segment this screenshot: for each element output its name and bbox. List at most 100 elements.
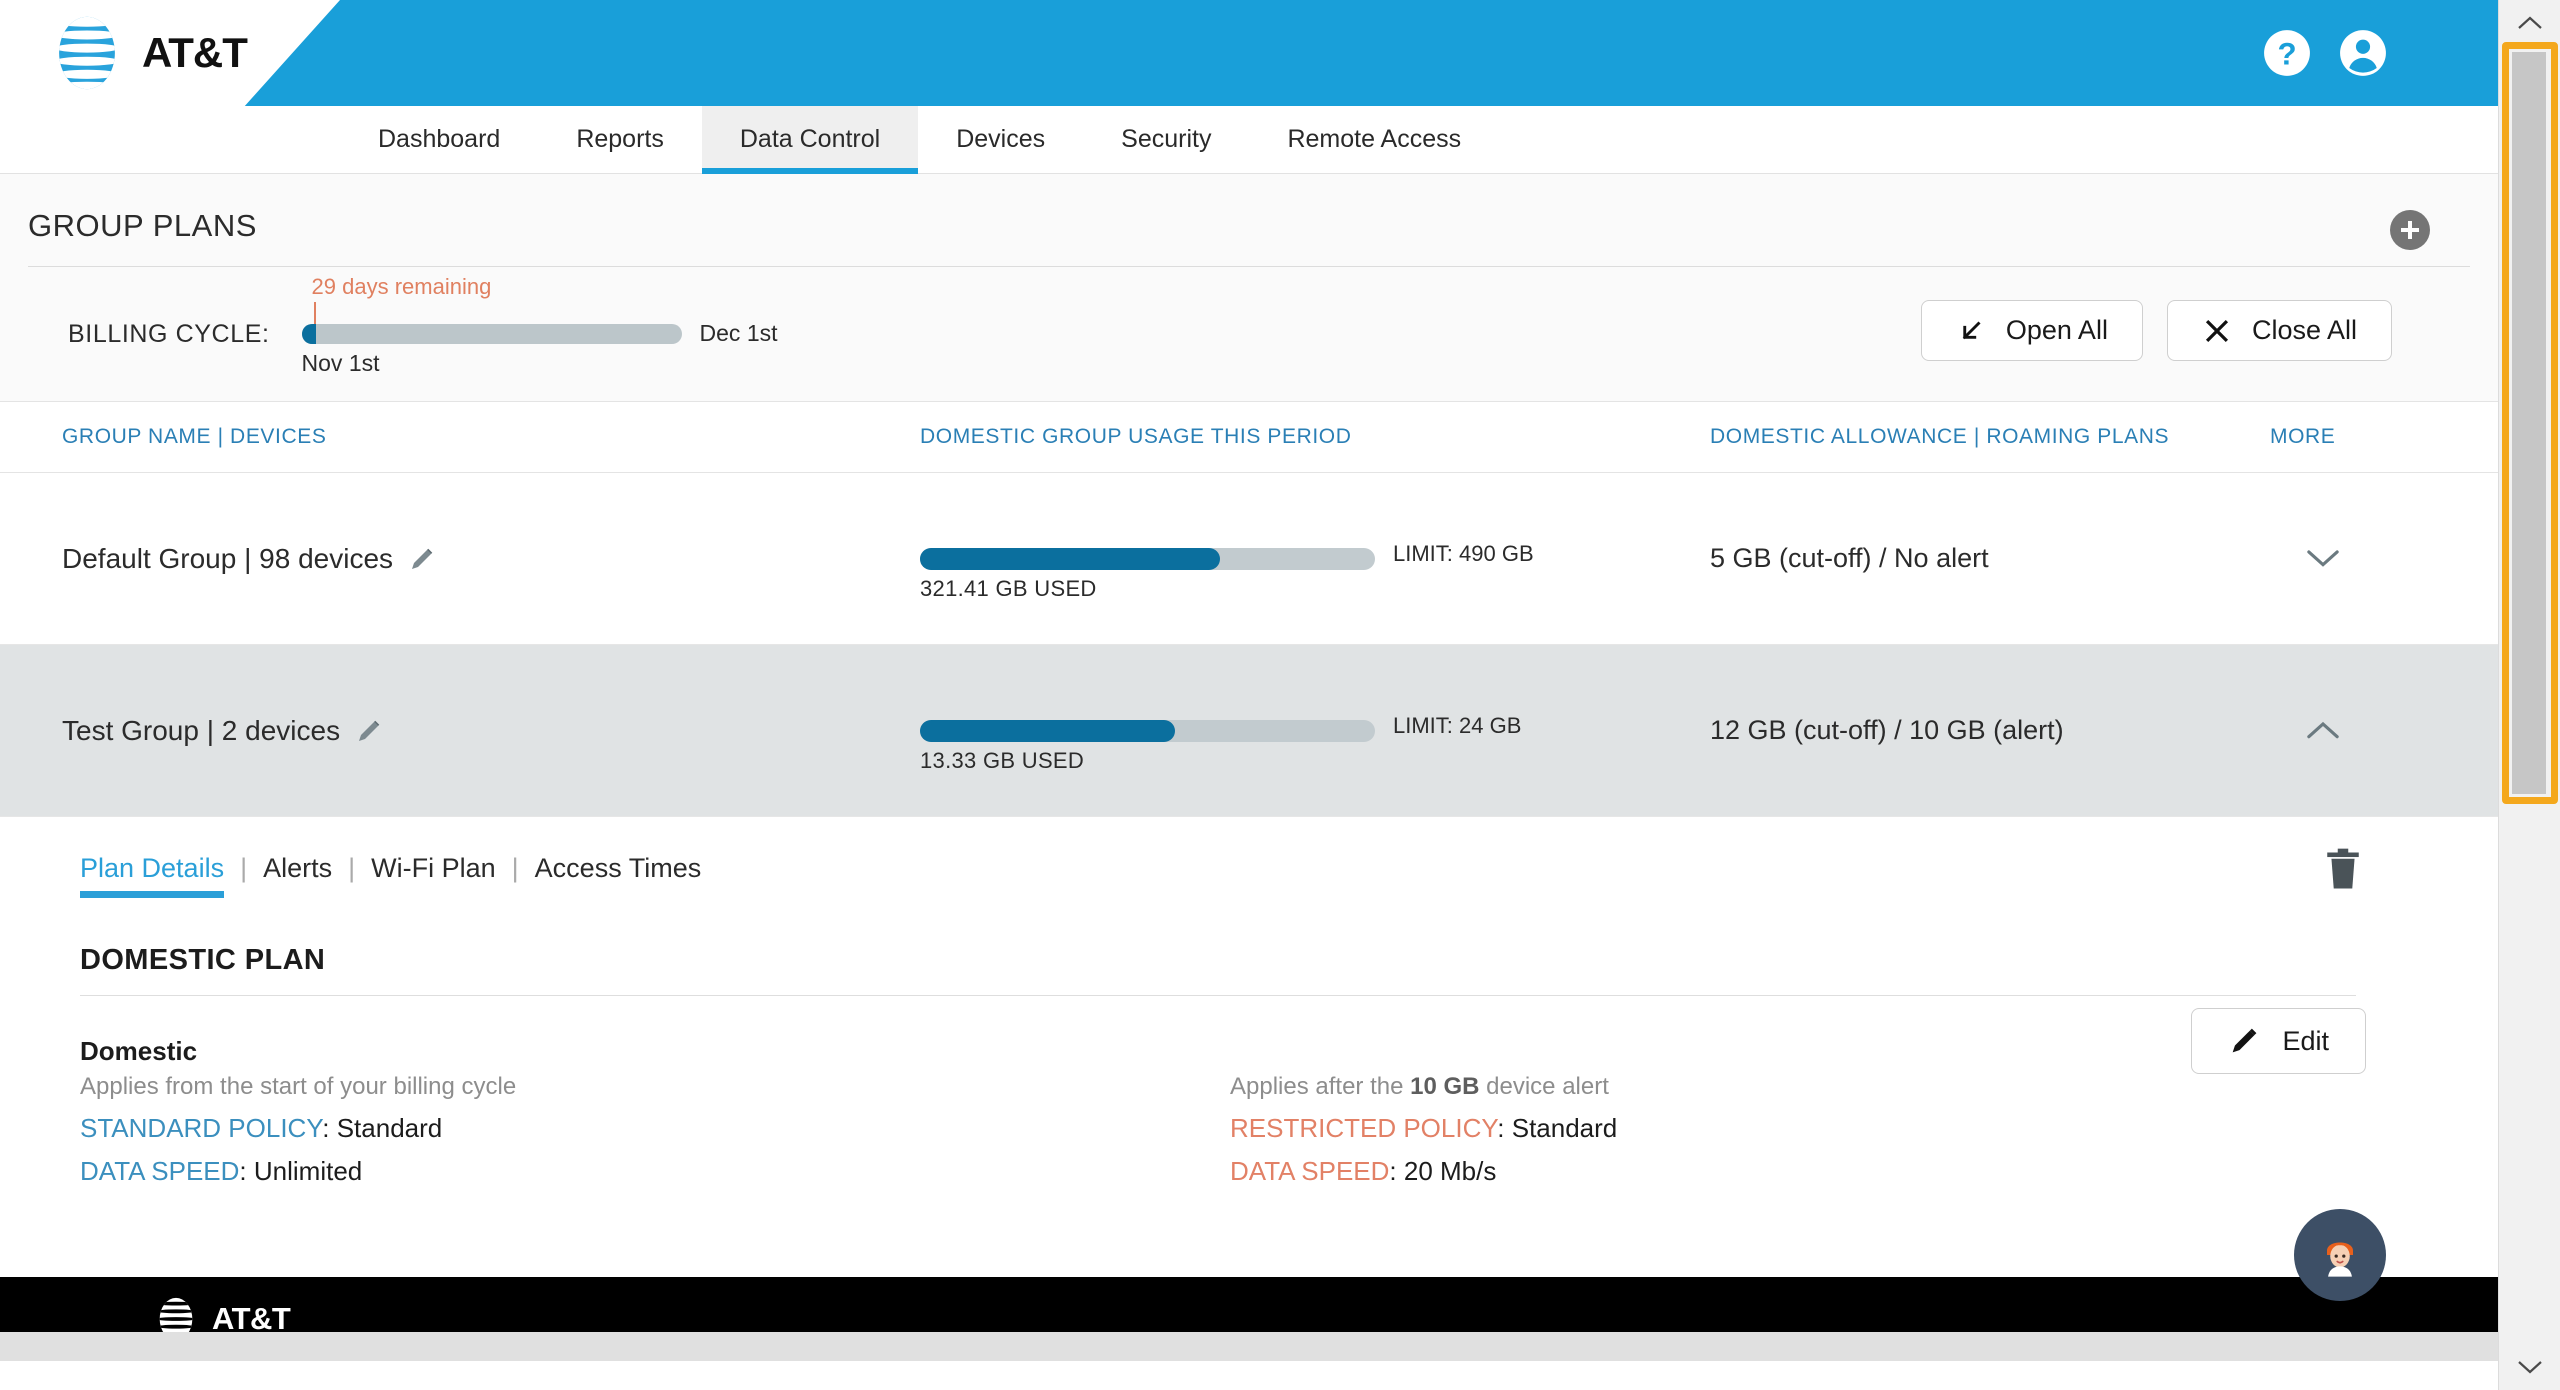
usage-fill: [920, 547, 1221, 570]
colon: :: [1389, 1156, 1404, 1186]
att-globe-icon: [59, 16, 115, 90]
group-name-label: Test Group | 2 devices: [62, 714, 341, 746]
subtab-access-times[interactable]: Access Times: [535, 853, 702, 898]
domestic-plan-heading: DOMESTIC PLAN: [80, 944, 326, 976]
account-circle-icon[interactable]: [2338, 28, 2388, 78]
header-icon-group: ?: [2262, 28, 2388, 78]
usage-cell: LIMIT: 24 GB 13.33 GB USED: [920, 713, 1710, 773]
edit-pencil-icon[interactable]: [354, 716, 384, 746]
plan-right-note: Applies after the 10 GB device alert: [1230, 1073, 2380, 1101]
nav-tab-dashboard[interactable]: Dashboard: [340, 106, 538, 173]
usage-cell: LIMIT: 490 GB 321.41 GB USED: [920, 541, 1710, 601]
screenshot-root: AT&T ? Dashboard Reports Data Control De…: [0, 0, 2560, 1390]
open-all-arrow-icon: [1962, 320, 1981, 339]
help-circle-icon[interactable]: ?: [2262, 28, 2312, 78]
trash-icon: [2327, 848, 2359, 889]
nav-tab-reports[interactable]: Reports: [538, 106, 702, 173]
nav-tab-devices[interactable]: Devices: [918, 106, 1083, 173]
edit-label: Edit: [2282, 1025, 2329, 1056]
plan-right-note-bold: 10 GB: [1410, 1073, 1480, 1100]
subtab-plan-details[interactable]: Plan Details: [80, 853, 225, 898]
billing-cycle-track: [301, 324, 682, 344]
more-cell[interactable]: [2270, 721, 2470, 741]
restricted-policy-value: Standard: [1511, 1113, 1618, 1143]
header-group-name: GROUP NAME | DEVICES: [62, 425, 327, 448]
group-detail-panel: Plan Details | Alerts | Wi-Fi Plan | Acc…: [0, 817, 2498, 1199]
subtab-wifi-plan[interactable]: Wi-Fi Plan: [371, 853, 496, 898]
page-title: GROUP PLANS: [28, 208, 257, 243]
close-all-label: Close All: [2251, 315, 2357, 345]
usage-used-label: 321.41 GB USED: [920, 575, 1097, 601]
plan-right-note-prefix: Applies after the: [1230, 1073, 1411, 1100]
svg-text:?: ?: [2277, 36, 2296, 71]
nav-tab-label: Security: [1121, 125, 1212, 153]
cycle-start-date: Nov 1st: [301, 350, 380, 376]
standard-policy-line: STANDARD POLICY: Standard: [80, 1113, 1230, 1144]
more-cell[interactable]: [2270, 549, 2470, 569]
billing-cycle-fill: [301, 324, 316, 344]
chevron-up-icon[interactable]: [2306, 721, 2340, 741]
subtab-separator: |: [511, 853, 519, 883]
billing-actions: Open All Close All: [1920, 300, 2392, 361]
att-logo[interactable]: AT&T: [46, 12, 248, 94]
close-x-icon: [2205, 319, 2229, 342]
allowance-cell: 5 GB (cut-off) / No alert: [1710, 543, 1989, 573]
page-content: GROUP PLANS BILLING CYCLE: 29 days remai…: [0, 174, 2498, 1199]
allowance-cell: 12 GB (cut-off) / 10 GB (alert): [1710, 715, 2064, 745]
chevron-down-icon[interactable]: [2306, 549, 2340, 569]
nav-tab-remote-access[interactable]: Remote Access: [1249, 106, 1499, 173]
support-agent-avatar-icon: [2327, 1242, 2353, 1277]
scroll-down-arrow-icon[interactable]: [2499, 1344, 2560, 1390]
att-wordmark: AT&T: [142, 29, 248, 76]
group-name-cell: Test Group | 2 devices: [0, 715, 920, 747]
restricted-speed-label: DATA SPEED: [1230, 1156, 1390, 1186]
nav-tab-label: Remote Access: [1287, 125, 1462, 153]
colon: :: [322, 1113, 337, 1143]
page-scrollbar[interactable]: [2498, 0, 2560, 1390]
standard-policy-value: Standard: [336, 1113, 443, 1143]
edit-plan-button[interactable]: Edit: [2191, 1008, 2366, 1074]
subtab-separator: |: [348, 853, 356, 883]
open-all-button[interactable]: Open All: [1920, 300, 2143, 361]
subtab-alerts[interactable]: Alerts: [263, 853, 332, 898]
cycle-end-date: Dec 1st: [699, 320, 778, 346]
billing-cycle-label: BILLING CYCLE:: [68, 319, 270, 348]
subtab-label: Access Times: [534, 853, 702, 883]
days-remaining-label: 29 days remaining: [311, 274, 492, 299]
plan-subtitle: Domestic: [80, 1036, 198, 1066]
scrollbar-thumb[interactable]: [2512, 52, 2546, 794]
table-row[interactable]: Default Group | 98 devices LIMIT: 490 GB…: [0, 473, 2498, 645]
open-all-label: Open All: [2005, 315, 2108, 345]
restricted-policy-line: RESTRICTED POLICY: Standard: [1230, 1113, 2380, 1144]
nav-tab-security[interactable]: Security: [1083, 106, 1249, 173]
nav-tab-label: Data Control: [739, 125, 881, 153]
colon: :: [1497, 1113, 1512, 1143]
billing-cycle-row: BILLING CYCLE: 29 days remaining Dec 1st…: [0, 267, 2498, 401]
nav-tab-label: Dashboard: [378, 125, 501, 153]
plan-left-note: Applies from the start of your billing c…: [80, 1073, 517, 1100]
nav-tab-label: Devices: [956, 125, 1046, 153]
support-chat-button[interactable]: [2294, 1209, 2386, 1301]
edit-pencil-icon[interactable]: [407, 544, 437, 574]
restricted-speed-line: DATA SPEED: 20 Mb/s: [1230, 1156, 2380, 1187]
nav-tab-data-control[interactable]: Data Control: [701, 106, 919, 189]
add-group-button[interactable]: [2390, 210, 2430, 250]
subtab-separator: |: [240, 853, 248, 883]
billing-cycle-progress: 29 days remaining Dec 1st Nov 1st: [301, 274, 862, 376]
delete-group-button[interactable]: [2322, 847, 2364, 900]
scroll-up-arrow-icon[interactable]: [2499, 0, 2560, 46]
close-all-button[interactable]: Close All: [2166, 300, 2392, 361]
plan-column-standard: Domestic Applies from the start of your …: [80, 1036, 1230, 1199]
group-name-cell: Default Group | 98 devices: [0, 543, 920, 575]
usage-limit-label: LIMIT: 490 GB: [1393, 540, 1534, 566]
page-title-bar: GROUP PLANS: [0, 174, 2498, 266]
chevron-up-icon: [2518, 16, 2542, 29]
plan-right-note-suffix: device alert: [1479, 1073, 1609, 1100]
restricted-policy-label: RESTRICTED POLICY: [1230, 1113, 1498, 1143]
header-usage: DOMESTIC GROUP USAGE THIS PERIOD: [920, 425, 1352, 448]
chevron-down-icon: [2518, 1361, 2542, 1374]
table-row[interactable]: Test Group | 2 devices LIMIT: 24 GB 13.3…: [0, 645, 2498, 817]
subtab-label: Wi-Fi Plan: [371, 853, 496, 883]
colon: :: [239, 1156, 254, 1186]
subtab-label: Plan Details: [80, 853, 225, 883]
